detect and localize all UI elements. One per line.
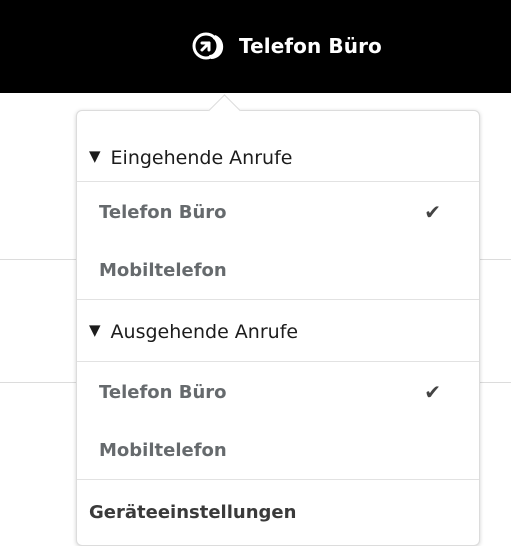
phone-selector-label: Telefon Büro (239, 34, 382, 58)
incoming-calls-title: Eingehende Anrufe (110, 147, 293, 169)
option-label: Mobiltelefon (99, 439, 227, 461)
call-routing-dropdown: ▼ Eingehende Anrufe Telefon Büro ✔ Mobil… (76, 110, 480, 546)
triangle-down-icon: ▼ (89, 321, 101, 339)
incoming-option-mobile-phone[interactable]: Mobiltelefon (77, 241, 479, 299)
top-bar: Telefon Büro (0, 0, 511, 93)
phone-selector-button[interactable]: Telefon Büro (191, 26, 382, 66)
outgoing-calls-header[interactable]: ▼ Ausgehende Anrufe (77, 299, 479, 365)
outgoing-option-office-phone[interactable]: Telefon Büro ✔ (77, 363, 479, 421)
outgoing-option-mobile-phone[interactable]: Mobiltelefon (77, 421, 479, 479)
phone-forward-icon (191, 29, 227, 63)
triangle-down-icon: ▼ (89, 147, 101, 165)
device-settings-link[interactable]: Geräteeinstellungen (77, 481, 479, 543)
incoming-option-office-phone[interactable]: Telefon Büro ✔ (77, 183, 479, 241)
divider (77, 361, 479, 362)
option-label: Telefon Büro (99, 201, 227, 223)
checkmark-icon: ✔ (424, 380, 441, 404)
device-settings-label: Geräteeinstellungen (89, 501, 297, 523)
divider (77, 479, 479, 480)
outgoing-calls-title: Ausgehende Anrufe (110, 321, 299, 343)
option-label: Mobiltelefon (99, 259, 227, 281)
divider (77, 181, 479, 182)
checkmark-icon: ✔ (424, 200, 441, 224)
option-label: Telefon Büro (99, 381, 227, 403)
